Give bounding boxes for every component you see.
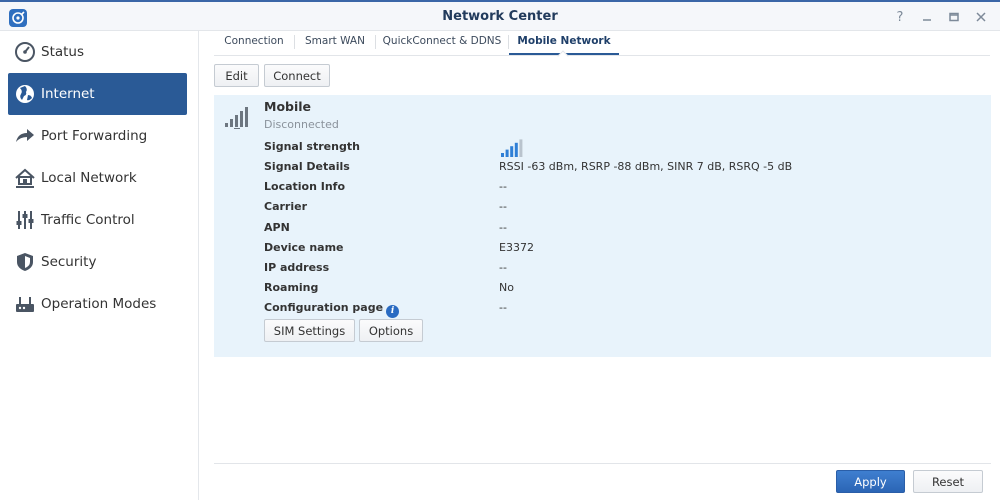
connect-button[interactable]: Connect (264, 64, 330, 87)
window-title: Network Center (442, 9, 558, 24)
carrier-value: -- (499, 200, 507, 213)
help-icon[interactable]: ? (890, 7, 910, 27)
sidebar-item-traffic-control[interactable]: Traffic Control (8, 199, 187, 241)
device-name-value: E3372 (499, 241, 534, 254)
mobile-signal-icon (225, 107, 248, 129)
signal-details-value: RSSI -63 dBm, RSRP -88 dBm, SINR 7 dB, R… (499, 160, 793, 173)
options-button[interactable]: Options (359, 319, 423, 342)
sidebar-item-internet[interactable]: Internet (8, 73, 187, 115)
ip-address-value: -- (499, 261, 507, 274)
configuration-page-value: -- (499, 301, 507, 314)
signal-bar (510, 146, 514, 157)
signal-strength-label: Signal strength (264, 140, 360, 153)
sidebar-item-label: Security (41, 254, 97, 270)
roaming-label: Roaming (264, 281, 319, 294)
roaming-value: No (499, 281, 514, 294)
location-info-value: -- (499, 180, 507, 193)
sidebar-item-label: Local Network (41, 170, 137, 186)
sim-settings-button[interactable]: SIM Settings (264, 319, 355, 342)
ip-address-label: IP address (264, 261, 330, 274)
sidebar-item-label: Operation Modes (41, 296, 157, 312)
apn-value: -- (499, 221, 507, 234)
mobile-network-panel: Mobile Disconnected Signal strength Sign… (214, 95, 991, 357)
globe-icon (16, 85, 34, 103)
title-bar: Network Center ? (0, 0, 1000, 31)
sidebar-item-operation-modes[interactable]: Operation Modes (8, 283, 187, 325)
sidebar-item-status[interactable]: Status (8, 31, 187, 73)
footer-divider (214, 463, 991, 464)
signal-strength-meter (501, 139, 523, 157)
sidebar-item-label: Status (41, 44, 85, 60)
tab-connection[interactable]: Connection (214, 30, 294, 55)
router-icon (16, 297, 34, 312)
apply-button[interactable]: Apply (836, 470, 905, 493)
carrier-label: Carrier (264, 200, 308, 213)
configuration-page-label: Configuration page (264, 301, 384, 314)
signal-details-label: Signal Details (264, 160, 350, 173)
minimize-icon[interactable] (917, 7, 937, 27)
sidebar-item-port-forwarding[interactable]: Port Forwarding (8, 115, 187, 157)
sidebar: Status Internet Port Forwarding Local Ne… (0, 31, 199, 500)
maximize-icon[interactable] (944, 7, 964, 27)
signal-bar (514, 142, 518, 157)
sidebar-item-security[interactable]: Security (8, 241, 187, 283)
signal-bar (519, 139, 523, 157)
mobile-title: Mobile (264, 99, 312, 114)
sidebar-item-label: Internet (41, 86, 95, 102)
status-gauge-icon (15, 42, 35, 62)
sliders-icon (16, 211, 34, 229)
tab-quickconnect-ddns[interactable]: QuickConnect & DDNS (376, 30, 508, 55)
signal-bar (505, 149, 509, 157)
edit-button[interactable]: Edit (214, 64, 259, 87)
sidebar-item-label: Traffic Control (41, 212, 135, 228)
sidebar-item-label: Port Forwarding (41, 128, 148, 144)
tab-smart-wan[interactable]: Smart WAN (295, 30, 375, 55)
sidebar-item-local-network[interactable]: Local Network (8, 157, 187, 199)
device-name-label: Device name (264, 241, 344, 254)
shield-icon (17, 253, 33, 271)
info-icon[interactable]: i (386, 305, 400, 318)
reset-button[interactable]: Reset (913, 470, 983, 493)
configuration-page-row: Configuration page i (264, 301, 400, 318)
forward-arrow-icon (16, 129, 34, 142)
close-icon[interactable] (971, 7, 991, 27)
home-network-icon (15, 168, 35, 188)
signal-bar (501, 153, 504, 157)
apn-label: APN (264, 221, 290, 234)
connection-status: Disconnected (264, 118, 339, 131)
tab-bar: Connection Smart WAN QuickConnect & DDNS… (214, 30, 990, 56)
location-info-label: Location Info (264, 180, 346, 193)
